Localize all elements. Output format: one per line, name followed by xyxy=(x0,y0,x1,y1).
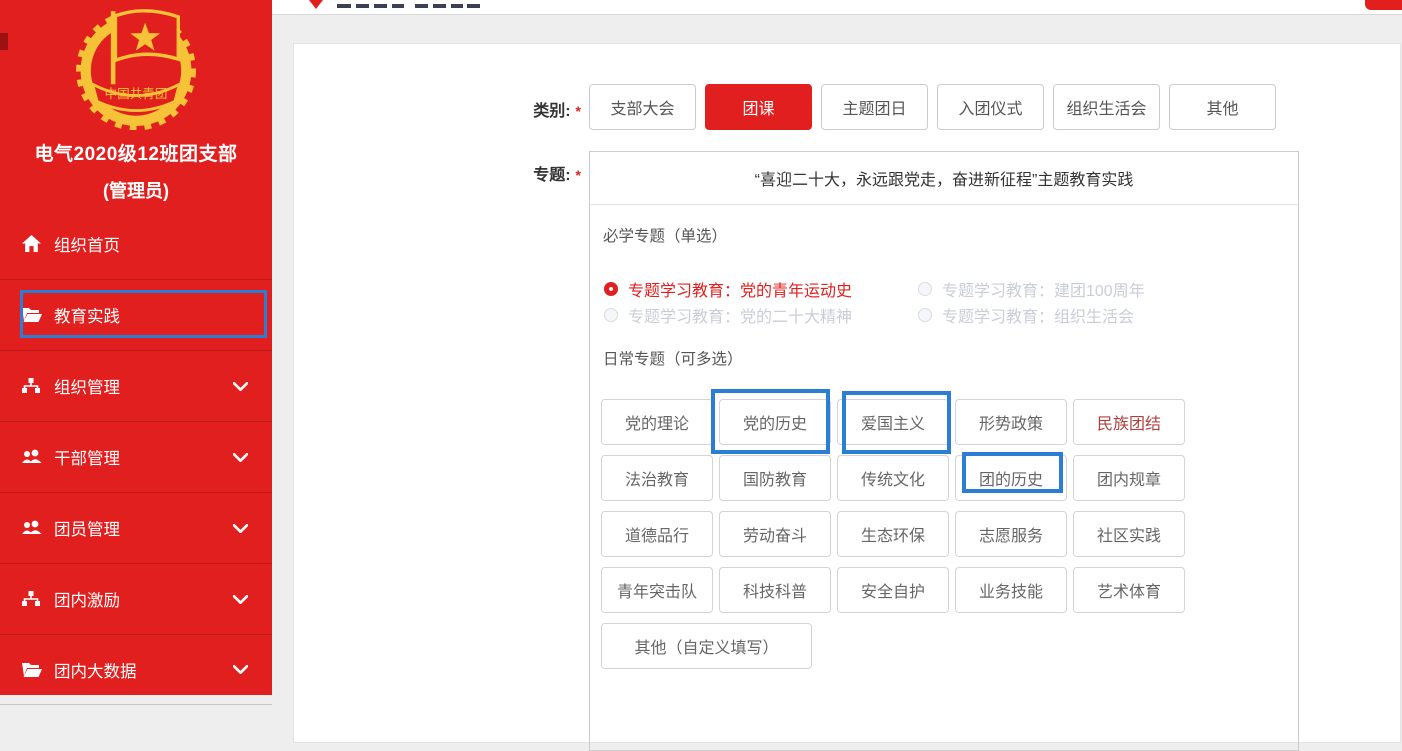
required-asterisk: * xyxy=(576,167,581,183)
required-topic-row: 专题学习教育：党的二十大精神 专题学习教育：组织生活会 xyxy=(604,302,1134,328)
category-option-zhuti-tuanri[interactable]: 主题团日 xyxy=(821,84,928,130)
sidebar-item-label: 教育实践 xyxy=(54,303,120,327)
home-icon xyxy=(22,235,42,253)
category-option-tuanke-selected[interactable]: 团课 xyxy=(705,84,812,130)
category-option-zuzhi-shenghuohui[interactable]: 组织生活会 xyxy=(1053,84,1160,130)
daily-topic-xingshi-zhengce[interactable]: 形势政策 xyxy=(955,399,1067,445)
sidebar-item-org-home[interactable]: 组织首页 xyxy=(0,208,272,279)
sidebar-item-cadre-management[interactable]: 干部管理 xyxy=(0,421,272,492)
form-card: 类别:* 支部大会 团课 主题团日 入团仪式 组织生活会 其他 专题:* “喜迎… xyxy=(293,43,1401,743)
users-icon xyxy=(22,519,42,537)
daily-topic-shequ-shijian[interactable]: 社区实践 xyxy=(1073,511,1185,557)
daily-topic-aiguo-zhuyi[interactable]: 爱国主义 xyxy=(837,399,949,445)
chevron-down-icon xyxy=(233,519,248,538)
sidebar-item-big-data[interactable]: 团内大数据 xyxy=(0,634,272,705)
sidebar-menu: 组织首页 教育实践 组织管理 干部管理 xyxy=(0,208,272,705)
sidebar-item-education-practice[interactable]: 教育实践 xyxy=(0,279,272,350)
sidebar-item-label: 团内激励 xyxy=(54,587,120,611)
folder-open-icon xyxy=(22,306,42,324)
youth-league-emblem-icon: 中国共青团 xyxy=(66,2,206,130)
daily-topic-laodong-fendou[interactable]: 劳动奋斗 xyxy=(719,511,831,557)
radio-option-zuzhi-shenghuohui[interactable]: 专题学习教育：组织生活会 xyxy=(918,303,1134,327)
clipped-header-text xyxy=(392,4,404,8)
daily-topic-tuannei-guizhang[interactable]: 团内规章 xyxy=(1073,455,1185,501)
clipped-header-text xyxy=(451,4,463,8)
daily-topic-fazhi-jiaoyu[interactable]: 法治教育 xyxy=(601,455,713,501)
radio-option-ershida-jingshen[interactable]: 专题学习教育：党的二十大精神 xyxy=(604,303,852,327)
sidebar: 中国共青团 电气2020级12班团支部 (管理员) 组织首页 教育实践 组织管理 xyxy=(0,0,272,695)
category-option-zhibudahui[interactable]: 支部大会 xyxy=(589,84,696,130)
daily-topic-dangde-lishi[interactable]: 党的历史 xyxy=(719,399,831,445)
daily-topic-qingnian-tujidui[interactable]: 青年突击队 xyxy=(601,567,713,613)
chevron-down-icon xyxy=(233,448,248,467)
chevron-down-icon xyxy=(233,377,248,396)
required-topic-row: 专题学习教育：党的青年运动史 专题学习教育：建团100周年 xyxy=(604,276,1145,302)
sitemap-icon xyxy=(22,590,42,608)
required-topics-heading: 必学专题（单选） xyxy=(603,224,727,246)
sidebar-item-label: 干部管理 xyxy=(54,445,120,469)
daily-topic-row: 其他（自定义填写） xyxy=(601,623,812,669)
daily-topic-yishu-tiyu[interactable]: 艺术体育 xyxy=(1073,567,1185,613)
daily-topic-zhiyuan-fuwu[interactable]: 志愿服务 xyxy=(955,511,1067,557)
daily-topic-row: 法治教育 国防教育 传统文化 团的历史 团内规章 xyxy=(601,455,1185,501)
clipped-header-text xyxy=(433,4,446,8)
topic-label: 专题:* xyxy=(294,161,581,185)
topic-panel: “喜迎二十大，永远跟党走，奋进新征程”主题教育实践 必学专题（单选） 专题学习教… xyxy=(589,151,1299,751)
daily-topic-yewu-jineng[interactable]: 业务技能 xyxy=(955,567,1067,613)
daily-topic-tuande-lishi[interactable]: 团的历史 xyxy=(955,455,1067,501)
chevron-down-icon xyxy=(233,660,248,679)
org-name: 电气2020级12班团支部 xyxy=(0,139,272,166)
clipped-header-text xyxy=(337,4,351,8)
daily-topics-heading: 日常专题（可多选） xyxy=(603,347,743,369)
radio-unselected-icon xyxy=(918,308,932,322)
sidebar-item-org-management[interactable]: 组织管理 xyxy=(0,350,272,421)
radio-selected-icon xyxy=(604,282,618,296)
daily-topic-guofang-jiaoyu[interactable]: 国防教育 xyxy=(719,455,831,501)
sidebar-dark-tab xyxy=(0,33,8,50)
daily-topic-chuantong-wenhua[interactable]: 传统文化 xyxy=(837,455,949,501)
daily-topic-minzu-tuanjie[interactable]: 民族团结 xyxy=(1073,399,1185,445)
daily-topic-daode-pinxing[interactable]: 道德品行 xyxy=(601,511,713,557)
radio-unselected-icon xyxy=(918,282,932,296)
daily-topic-row: 道德品行 劳动奋斗 生态环保 志愿服务 社区实践 xyxy=(601,511,1185,557)
topic-value-field[interactable]: “喜迎二十大，永远跟党走，奋进新征程”主题教育实践 xyxy=(590,152,1298,205)
daily-topic-shengtai-huanbao[interactable]: 生态环保 xyxy=(837,511,949,557)
required-asterisk: * xyxy=(576,103,581,119)
radio-option-dangde-qingnian-yundongshi[interactable]: 专题学习教育：党的青年运动史 xyxy=(604,277,852,301)
top-header-bar xyxy=(272,0,1402,15)
clipped-header-text xyxy=(467,4,480,8)
category-button-group: 支部大会 团课 主题团日 入团仪式 组织生活会 其他 xyxy=(589,84,1276,130)
category-option-rutuan-yishi[interactable]: 入团仪式 xyxy=(937,84,1044,130)
category-option-qita[interactable]: 其他 xyxy=(1169,84,1276,130)
sidebar-item-label: 组织管理 xyxy=(54,374,120,398)
users-icon xyxy=(22,448,42,466)
daily-topic-keji-kepu[interactable]: 科技科普 xyxy=(719,567,831,613)
daily-topic-qita-zidingyi[interactable]: 其他（自定义填写） xyxy=(601,623,812,669)
clipped-header-text xyxy=(415,4,428,8)
emblem-banner-text: 中国共青团 xyxy=(105,87,168,101)
sidebar-item-label: 团员管理 xyxy=(54,516,120,540)
radio-option-jiantuan-100[interactable]: 专题学习教育：建团100周年 xyxy=(918,277,1145,301)
location-pin-icon xyxy=(309,0,323,9)
header-action-button[interactable] xyxy=(1365,0,1402,10)
org-role: (管理员) xyxy=(0,177,272,203)
clipped-header-text xyxy=(374,4,387,8)
folder-open-icon xyxy=(22,661,42,679)
radio-unselected-icon xyxy=(604,308,618,322)
sitemap-icon xyxy=(22,377,42,395)
sidebar-item-label: 团内大数据 xyxy=(54,658,137,682)
daily-topic-anquan-zihu[interactable]: 安全自护 xyxy=(837,567,949,613)
clipped-header-text xyxy=(356,4,369,8)
daily-topic-dangde-lilun[interactable]: 党的理论 xyxy=(601,399,713,445)
category-label: 类别:* xyxy=(294,97,581,121)
chevron-down-icon xyxy=(233,590,248,609)
daily-topic-row: 党的理论 党的历史 爱国主义 形势政策 民族团结 xyxy=(601,399,1185,445)
sidebar-item-member-management[interactable]: 团员管理 xyxy=(0,492,272,563)
sidebar-item-incentives[interactable]: 团内激励 xyxy=(0,563,272,634)
sidebar-item-label: 组织首页 xyxy=(54,232,120,256)
daily-topic-row: 青年突击队 科技科普 安全自护 业务技能 艺术体育 xyxy=(601,567,1185,613)
